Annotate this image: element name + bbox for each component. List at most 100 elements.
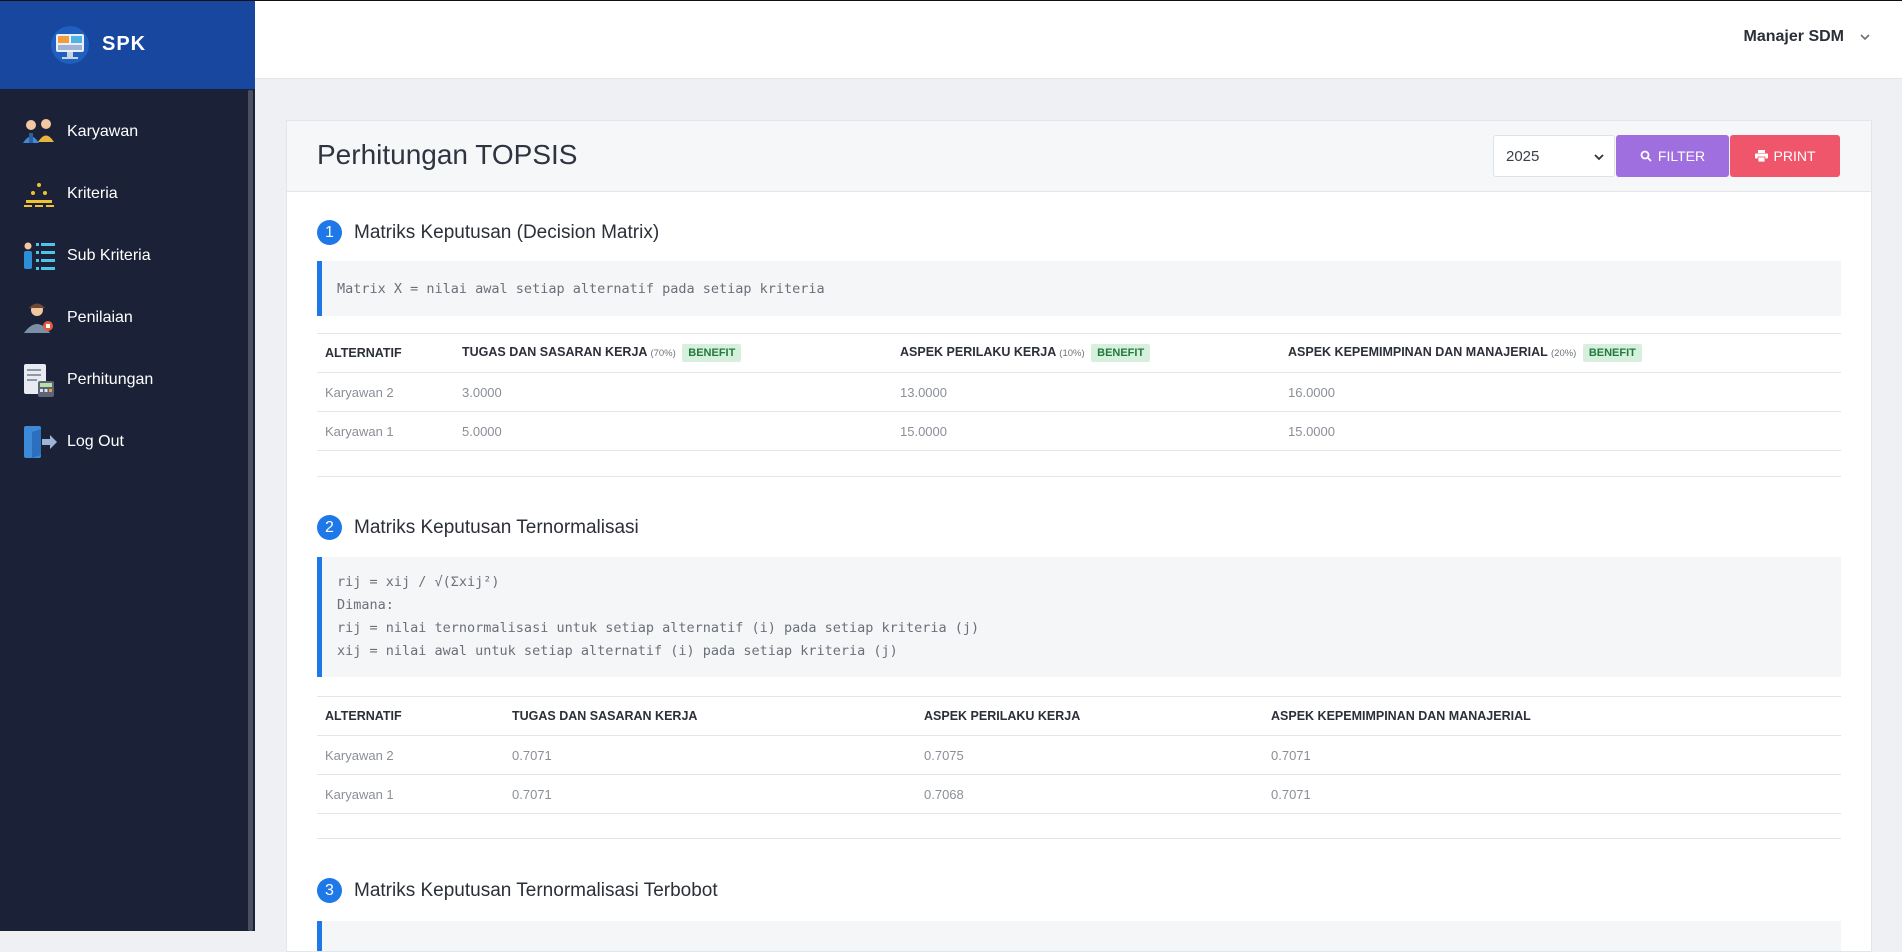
brand[interactable]: SPK — [0, 0, 255, 89]
table-cell: Karyawan 1 — [317, 774, 504, 814]
table-cell: 15.0000 — [1280, 411, 1841, 451]
table-cell: Karyawan 2 — [317, 372, 454, 412]
table-row: Karyawan 2 0.7071 0.7075 0.7071 — [317, 735, 1841, 775]
card-header: Perhitungan TOPSIS 2025 FILTER PRINT — [287, 121, 1871, 192]
filter-button-label: FILTER — [1657, 148, 1706, 164]
year-select-value: 2025 — [1506, 147, 1540, 165]
criteria-type-badge: BENEFIT — [1582, 344, 1642, 362]
formula-line: Matrix X = nilai awal setiap alternatif … — [337, 281, 825, 297]
table-cell: 0.7071 — [504, 774, 916, 814]
formula-line: rij = nilai ternormalisasi untuk setiap … — [337, 620, 980, 636]
section-title-text: Matriks Keputusan Ternormalisasi — [354, 516, 639, 538]
year-select[interactable]: 2025 — [1493, 135, 1615, 177]
column-header: TUGAS DAN SASARAN KERJA — [504, 696, 916, 736]
formula-line: xij = nilai awal untuk setiap alternatif… — [337, 643, 898, 659]
section-number: 3 — [317, 878, 342, 903]
table-cell: 15.0000 — [892, 411, 1280, 451]
criteria-type-badge: BENEFIT — [1091, 344, 1151, 362]
table-row: Karyawan 1 5.0000 15.0000 15.0000 — [317, 411, 1841, 451]
column-header-text: TUGAS DAN SASARAN KERJA — [462, 345, 647, 359]
table-cell: 0.7075 — [916, 735, 1263, 775]
section-title-text: Matriks Keputusan (Decision Matrix) — [354, 221, 660, 243]
sidebar-item-karyawan[interactable]: Karyawan — [0, 101, 255, 163]
section-title-text: Matriks Keputusan Ternormalisasi Terbobo… — [354, 879, 718, 901]
print-button-label: PRINT — [1773, 148, 1816, 164]
logout-icon — [24, 426, 57, 458]
section-title: 3 Matriks Keputusan Ternormalisasi Terbo… — [317, 878, 718, 903]
section-divider — [317, 476, 1841, 477]
sidebar-item-sub-kriteria[interactable]: Sub Kriteria — [0, 225, 255, 287]
sidebar-item-label: Perhitungan — [67, 371, 154, 388]
table-cell: 0.7071 — [1263, 735, 1841, 775]
table-cell: 3.0000 — [454, 372, 892, 412]
criteria-icon — [24, 183, 54, 207]
printer-icon — [1754, 150, 1768, 162]
column-header: ASPEK PERILAKU KERJA (10%) BENEFIT — [892, 333, 1280, 373]
user-menu[interactable]: Manajer SDM — [1744, 28, 1872, 46]
decision-matrix-table: ALTERNATIF TUGAS DAN SASARAN KERJA (70%)… — [317, 333, 1841, 451]
normalized-matrix-table: ALTERNATIF TUGAS DAN SASARAN KERJA ASPEK… — [317, 696, 1841, 814]
calculation-icon — [24, 364, 54, 397]
formula-box — [317, 921, 1841, 951]
table-cell: 0.7071 — [1263, 774, 1841, 814]
sidebar-item-label: Log Out — [67, 433, 124, 450]
criteria-weight: (70%) — [650, 348, 676, 359]
sidebar-item-kriteria[interactable]: Kriteria — [0, 163, 255, 225]
table-header-row: ALTERNATIF TUGAS DAN SASARAN KERJA (70%)… — [317, 333, 1841, 373]
brand-name: SPK — [102, 33, 147, 55]
section-title: 1 Matriks Keputusan (Decision Matrix) — [317, 220, 659, 245]
table-row: Karyawan 1 0.7071 0.7068 0.7071 — [317, 774, 1841, 814]
sidebar-item-label: Sub Kriteria — [67, 247, 151, 264]
formula-line: rij = xij / √(Σxij²) — [337, 574, 500, 590]
section-title: 2 Matriks Keputusan Ternormalisasi — [317, 515, 639, 540]
table-cell: 16.0000 — [1280, 372, 1841, 412]
sidebar: SPK Karyawan Kriteria Sub Kriteria Penil… — [0, 0, 255, 931]
sidebar-item-label: Penilaian — [67, 309, 133, 326]
user-name: Manajer SDM — [1743, 28, 1844, 45]
formula-box: Matrix X = nilai awal setiap alternatif … — [317, 261, 1841, 316]
search-icon — [1640, 150, 1652, 162]
sidebar-item-perhitungan[interactable]: Perhitungan — [0, 349, 255, 411]
sidebar-item-label: Karyawan — [67, 123, 139, 140]
table-cell: 0.7071 — [504, 735, 916, 775]
sidebar-nav: Karyawan Kriteria Sub Kriteria Penilaian… — [0, 89, 255, 473]
chevron-down-icon — [1860, 34, 1870, 41]
table-cell: 5.0000 — [454, 411, 892, 451]
top-header: Manajer SDM — [255, 1, 1902, 79]
chevron-down-icon — [1594, 154, 1604, 161]
table-row: Karyawan 2 3.0000 13.0000 16.0000 — [317, 372, 1841, 412]
table-cell: Karyawan 2 — [317, 735, 504, 775]
topsis-card: Perhitungan TOPSIS 2025 FILTER PRINT 1 M… — [286, 120, 1872, 952]
filter-button[interactable]: FILTER — [1616, 135, 1729, 177]
section-number: 2 — [317, 515, 342, 540]
column-header: TUGAS DAN SASARAN KERJA (70%) BENEFIT — [454, 333, 892, 373]
column-header: ASPEK KEPEMIMPINAN DAN MANAJERIAL (20%) … — [1280, 333, 1841, 373]
formula-box: rij = xij / √(Σxij²) Dimana: rij = nilai… — [317, 557, 1841, 677]
sidebar-item-penilaian[interactable]: Penilaian — [0, 287, 255, 349]
assessment-icon — [24, 303, 53, 333]
table-header-row: ALTERNATIF TUGAS DAN SASARAN KERJA ASPEK… — [317, 696, 1841, 736]
table-cell: Karyawan 1 — [317, 411, 454, 451]
formula-line: Dimana: — [337, 597, 394, 613]
section-divider — [317, 838, 1841, 839]
section-number: 1 — [317, 220, 342, 245]
sidebar-item-label: Kriteria — [67, 185, 118, 202]
brand-logo-icon — [51, 25, 89, 64]
criteria-weight: (20%) — [1551, 348, 1577, 359]
column-header: ASPEK PERILAKU KERJA — [916, 696, 1263, 736]
print-button[interactable]: PRINT — [1730, 135, 1840, 177]
column-header: ALTERNATIF — [317, 333, 454, 373]
criteria-type-badge: BENEFIT — [682, 344, 742, 362]
employees-icon — [23, 119, 54, 143]
sidebar-scrollbar[interactable] — [248, 90, 253, 931]
criteria-weight: (10%) — [1059, 348, 1085, 359]
column-header: ALTERNATIF — [317, 696, 504, 736]
page-title: Perhitungan TOPSIS — [317, 139, 578, 170]
sub-criteria-icon — [24, 242, 55, 270]
table-cell: 0.7068 — [916, 774, 1263, 814]
table-cell: 13.0000 — [892, 372, 1280, 412]
column-header-text: ASPEK PERILAKU KERJA — [900, 345, 1056, 359]
column-header: ASPEK KEPEMIMPINAN DAN MANAJERIAL — [1263, 696, 1841, 736]
column-header-text: ASPEK KEPEMIMPINAN DAN MANAJERIAL — [1288, 345, 1548, 359]
sidebar-item-log-out[interactable]: Log Out — [0, 411, 255, 473]
